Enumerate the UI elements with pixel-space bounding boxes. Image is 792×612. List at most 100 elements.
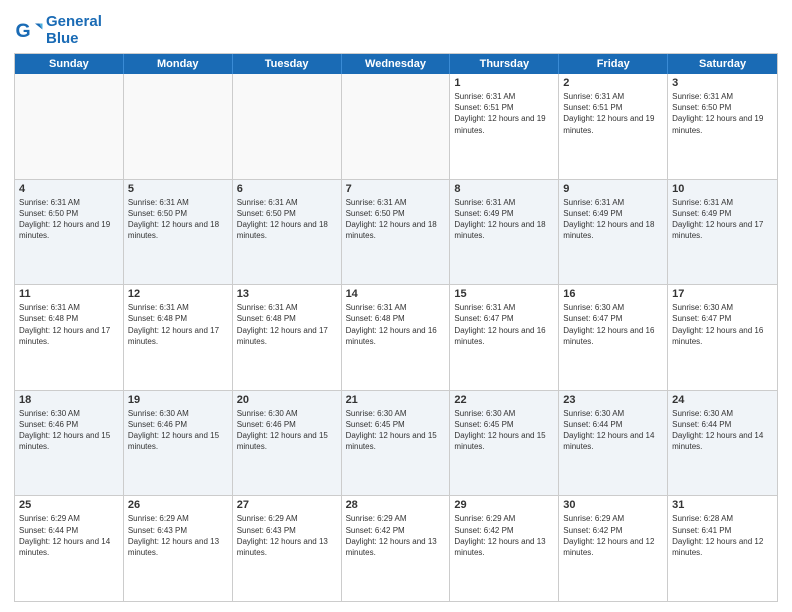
logo: G General Blue: [14, 14, 102, 47]
table-row: 1Sunrise: 6:31 AMSunset: 6:51 PMDaylight…: [450, 74, 559, 179]
table-row: 27Sunrise: 6:29 AMSunset: 6:43 PMDayligh…: [233, 496, 342, 601]
day-info: Sunrise: 6:31 AMSunset: 6:50 PMDaylight:…: [128, 197, 228, 242]
day-number: 29: [454, 499, 554, 511]
day-number: 10: [672, 183, 773, 195]
day-info: Sunrise: 6:30 AMSunset: 6:46 PMDaylight:…: [128, 408, 228, 453]
page: G General Blue Sunday Monday Tuesday Wed…: [0, 0, 792, 612]
table-row: 4Sunrise: 6:31 AMSunset: 6:50 PMDaylight…: [15, 180, 124, 285]
table-row: 22 Sunrise: 6:30 AMSunset: 6:45 PMDayligh…: [450, 391, 559, 496]
table-row: 18 Sunrise: 6:30 AMSunset: 6:46 PMDayligh…: [15, 391, 124, 496]
day-number: 12: [128, 288, 228, 300]
calendar-row: 11 Sunrise: 6:31 AMSunset: 6:48 PMDayligh…: [15, 284, 777, 390]
day-number: 30: [563, 499, 663, 511]
table-row: 6 Sunrise: 6:31 AMSunset: 6:50 PMDaylight…: [233, 180, 342, 285]
table-row: 16 Sunrise: 6:30 AMSunset: 6:47 PMDayligh…: [559, 285, 668, 390]
table-row: 3 Sunrise: 6:31 AMSunset: 6:50 PMDaylight…: [668, 74, 777, 179]
table-row: 12 Sunrise: 6:31 AMSunset: 6:48 PMDayligh…: [124, 285, 233, 390]
day-info: Sunrise: 6:29 AMSunset: 6:44 PMDaylight:…: [19, 513, 119, 558]
day-number: 6: [237, 183, 337, 195]
day-number: 14: [346, 288, 446, 300]
table-row: 28 Sunrise: 6:29 AMSunset: 6:42 PMDayligh…: [342, 496, 451, 601]
day-number: 19: [128, 394, 228, 406]
day-number: 1: [454, 77, 554, 89]
day-info: Sunrise: 6:31 AMSunset: 6:49 PMDaylight:…: [672, 197, 773, 242]
calendar-body: 1 Sunrise: 6:31 AMSunset: 6:51 PMDaylight…: [15, 74, 777, 601]
day-info: Sunrise: 6:30 AMSunset: 6:46 PMDaylight:…: [19, 408, 119, 453]
table-row: 10 Sunrise: 6:31 AMSunset: 6:49 PMDayligh…: [668, 180, 777, 285]
calendar: Sunday Monday Tuesday Wednesday Thursday…: [14, 53, 778, 602]
day-info: Sunrise: 6:31 AMSunset: 6:47 PMDaylight:…: [454, 302, 554, 347]
day-number: 3: [672, 77, 773, 89]
day-info: Sunrise: 6:28 AMSunset: 6:41 PMDaylight:…: [672, 513, 773, 558]
table-row: 7 Sunrise: 6:31 AMSunset: 6:50 PMDaylight…: [342, 180, 451, 285]
day-info: Sunrise: 6:29 AMSunset: 6:42 PMDaylight:…: [563, 513, 663, 558]
day-number: 7: [346, 183, 446, 195]
table-row: 17Sunrise: 6:30 AMSunset: 6:47 PMDayligh…: [668, 285, 777, 390]
table-row: 25 Sunrise: 6:29 AMSunset: 6:44 PMDayligh…: [15, 496, 124, 601]
calendar-row: 25 Sunrise: 6:29 AMSunset: 6:44 PMDayligh…: [15, 495, 777, 601]
day-number: 8: [454, 183, 554, 195]
day-info: Sunrise: 6:31 AMSunset: 6:51 PMDaylight:…: [563, 91, 663, 136]
day-number: 24: [672, 394, 773, 406]
day-number: 18: [19, 394, 119, 406]
table-row: 24 Sunrise: 6:30 AMSunset: 6:44 PMDayligh…: [668, 391, 777, 496]
header: G General Blue: [14, 10, 778, 47]
day-info: Sunrise: 6:31 AMSunset: 6:48 PMDaylight:…: [346, 302, 446, 347]
day-info: Sunrise: 6:31 AMSunset: 6:49 PMDaylight:…: [454, 197, 554, 242]
day-info: Sunrise: 6:31 AMSunset: 6:50 PMDaylight:…: [672, 91, 773, 136]
day-number: 13: [237, 288, 337, 300]
day-info: Sunrise: 6:30 AMSunset: 6:44 PMDaylight:…: [672, 408, 773, 453]
table-row: 23 Sunrise: 6:30 AMSunset: 6:44 PMDayligh…: [559, 391, 668, 496]
logo-icon: G: [14, 16, 44, 46]
table-row: 8 Sunrise: 6:31 AMSunset: 6:49 PMDaylight…: [450, 180, 559, 285]
day-info: Sunrise: 6:30 AMSunset: 6:46 PMDaylight:…: [237, 408, 337, 453]
day-info: Sunrise: 6:31 AMSunset: 6:50 PMDaylight:…: [346, 197, 446, 242]
day-number: 25: [19, 499, 119, 511]
calendar-row: 4 Sunrise: 6:31 AMSunset: 6:50 PMDaylight…: [15, 179, 777, 285]
table-row: [15, 74, 124, 179]
day-info: Sunrise: 6:30 AMSunset: 6:44 PMDaylight:…: [563, 408, 663, 453]
day-number: 20: [237, 394, 337, 406]
day-number: 28: [346, 499, 446, 511]
table-row: 15 Sunrise: 6:31 AMSunset: 6:47 PMDayligh…: [450, 285, 559, 390]
day-number: 11: [19, 288, 119, 300]
table-row: [233, 74, 342, 179]
day-number: 5: [128, 183, 228, 195]
day-number: 31: [672, 499, 773, 511]
table-row: 29Sunrise: 6:29 AMSunset: 6:42 PMDayligh…: [450, 496, 559, 601]
day-number: 22: [454, 394, 554, 406]
table-row: 13 Sunrise: 6:31 AMSunset: 6:48 PMDayligh…: [233, 285, 342, 390]
header-saturday: Saturday: [668, 54, 777, 74]
day-info: Sunrise: 6:29 AMSunset: 6:43 PMDaylight:…: [237, 513, 337, 558]
table-row: 2 Sunrise: 6:31 AMSunset: 6:51 PMDaylight…: [559, 74, 668, 179]
calendar-header: Sunday Monday Tuesday Wednesday Thursday…: [15, 54, 777, 74]
day-info: Sunrise: 6:31 AMSunset: 6:48 PMDaylight:…: [19, 302, 119, 347]
day-info: Sunrise: 6:31 AMSunset: 6:48 PMDaylight:…: [128, 302, 228, 347]
day-number: 2: [563, 77, 663, 89]
header-sunday: Sunday: [15, 54, 124, 74]
table-row: 30 Sunrise: 6:29 AMSunset: 6:42 PMDayligh…: [559, 496, 668, 601]
table-row: 19 Sunrise: 6:30 AMSunset: 6:46 PMDayligh…: [124, 391, 233, 496]
table-row: 11 Sunrise: 6:31 AMSunset: 6:48 PMDayligh…: [15, 285, 124, 390]
day-number: 21: [346, 394, 446, 406]
day-number: 23: [563, 394, 663, 406]
header-thursday: Thursday: [450, 54, 559, 74]
day-info: Sunrise: 6:30 AMSunset: 6:45 PMDaylight:…: [454, 408, 554, 453]
day-number: 4: [19, 183, 119, 195]
table-row: 14 Sunrise: 6:31 AMSunset: 6:48 PMDayligh…: [342, 285, 451, 390]
table-row: 9Sunrise: 6:31 AMSunset: 6:49 PMDaylight…: [559, 180, 668, 285]
day-info: Sunrise: 6:29 AMSunset: 6:42 PMDaylight:…: [346, 513, 446, 558]
day-number: 16: [563, 288, 663, 300]
table-row: 31 Sunrise: 6:28 AMSunset: 6:41 PMDayligh…: [668, 496, 777, 601]
day-info: Sunrise: 6:31 AMSunset: 6:48 PMDaylight:…: [237, 302, 337, 347]
svg-text:G: G: [16, 20, 31, 42]
day-number: 17: [672, 288, 773, 300]
header-wednesday: Wednesday: [342, 54, 451, 74]
day-info: Sunrise: 6:30 AMSunset: 6:47 PMDaylight:…: [563, 302, 663, 347]
table-row: 26Sunrise: 6:29 AMSunset: 6:43 PMDayligh…: [124, 496, 233, 601]
day-number: 15: [454, 288, 554, 300]
logo-text: General Blue: [46, 14, 102, 47]
table-row: [342, 74, 451, 179]
table-row: 21Sunrise: 6:30 AMSunset: 6:45 PMDayligh…: [342, 391, 451, 496]
day-info: Sunrise: 6:31 AMSunset: 6:50 PMDaylight:…: [237, 197, 337, 242]
